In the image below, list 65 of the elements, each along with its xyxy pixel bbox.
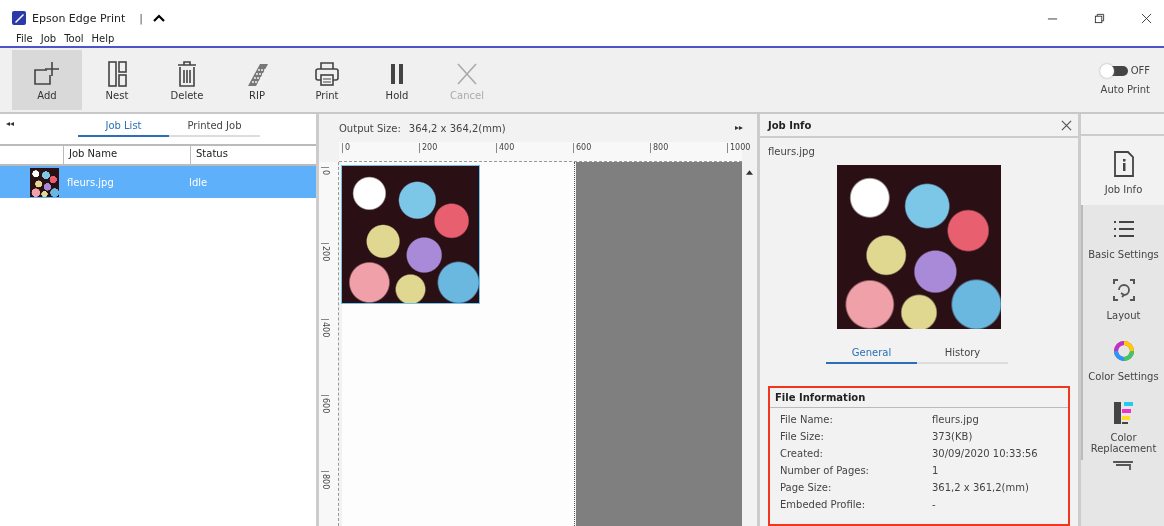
ruler-label: 200 (321, 243, 329, 262)
layout-icon (1111, 276, 1136, 304)
tab[interactable]: General (826, 345, 917, 364)
ruler-label: 600 (573, 143, 592, 153)
job-status: Idle (188, 176, 209, 188)
printer-icon (312, 59, 342, 88)
field-label: Embeded Profile: (780, 498, 867, 512)
field-value: 373(KB) (932, 430, 974, 444)
menu-item[interactable]: Job (40, 32, 57, 44)
tab[interactable]: History (917, 345, 1008, 364)
field-label: Page Size: (780, 481, 833, 495)
expand-right-icon[interactable] (735, 126, 743, 130)
collapse-left-icon[interactable] (6, 122, 14, 126)
job-name: fleurs.jpg (66, 176, 115, 188)
output-size-label: Output Size: (339, 122, 401, 134)
field-value: - (932, 498, 937, 512)
toolbar-button[interactable]: Add (12, 50, 82, 110)
toolbar-button[interactable]: Print (292, 50, 362, 110)
panel-title: Job Info (768, 119, 812, 131)
field-label: File Size: (780, 430, 825, 444)
toggle-state-text: OFF (1130, 65, 1150, 76)
toolbar-button[interactable]: RIP (222, 50, 292, 110)
auto-print-label: Auto Print (1100, 84, 1150, 95)
menu-item[interactable]: Help (91, 32, 115, 44)
caret-up-icon[interactable] (153, 14, 166, 22)
section-title: File Information (770, 388, 1068, 408)
add-icon (32, 59, 62, 88)
image-placeholder[interactable] (342, 166, 479, 303)
field-value: 30/09/2020 10:33:56 (932, 447, 1039, 461)
tab[interactable]: Job List (78, 118, 169, 137)
scroll-up-icon[interactable] (746, 170, 753, 175)
menu-item[interactable]: Tool (64, 32, 84, 44)
thumbnail-placeholder (30, 167, 59, 197)
auto-print-toggle[interactable] (1101, 65, 1128, 76)
field-value: 1 (932, 464, 940, 478)
ruler-label: 0 (342, 143, 351, 153)
ruler-label: 600 (321, 395, 329, 414)
toolbar-button[interactable]: Nest (82, 50, 152, 110)
tab[interactable]: Printed Job (169, 118, 260, 137)
ruler-label: 400 (321, 319, 329, 338)
field-label: Created: (780, 447, 824, 461)
field-label: Number of Pages: (780, 464, 870, 478)
ruler-label: 800 (650, 143, 669, 153)
field-value: fleurs.jpg (932, 413, 980, 427)
title-separator: | (139, 11, 144, 25)
field-value: 361,2 x 361,2(mm) (932, 481, 1030, 495)
toolbar-button[interactable]: Hold (362, 50, 432, 110)
toolbar-button[interactable]: Delete (152, 50, 222, 110)
close-icon[interactable] (1141, 12, 1152, 24)
ruler-label: 800 (321, 471, 329, 490)
output-size-value: 364,2 x 364,2(mm) (408, 122, 506, 134)
app-logo-icon (12, 11, 26, 25)
file-name: fleurs.jpg (768, 146, 816, 157)
sidebar-item[interactable]: Job Info (1081, 136, 1164, 205)
info-document-icon (1111, 150, 1136, 178)
column-header[interactable]: Job Name (63, 146, 190, 164)
column-header[interactable]: Status (190, 146, 316, 164)
menu-item[interactable]: File (16, 32, 33, 44)
restore-icon[interactable] (1094, 12, 1105, 24)
ruler-label: 0 (321, 167, 329, 176)
close-icon[interactable] (1061, 119, 1072, 131)
ruler-label: 200 (419, 143, 438, 153)
window-title: Epson Edge Print (32, 11, 126, 25)
field-label: File Name: (780, 413, 834, 427)
ruler-label: 400 (496, 143, 515, 153)
